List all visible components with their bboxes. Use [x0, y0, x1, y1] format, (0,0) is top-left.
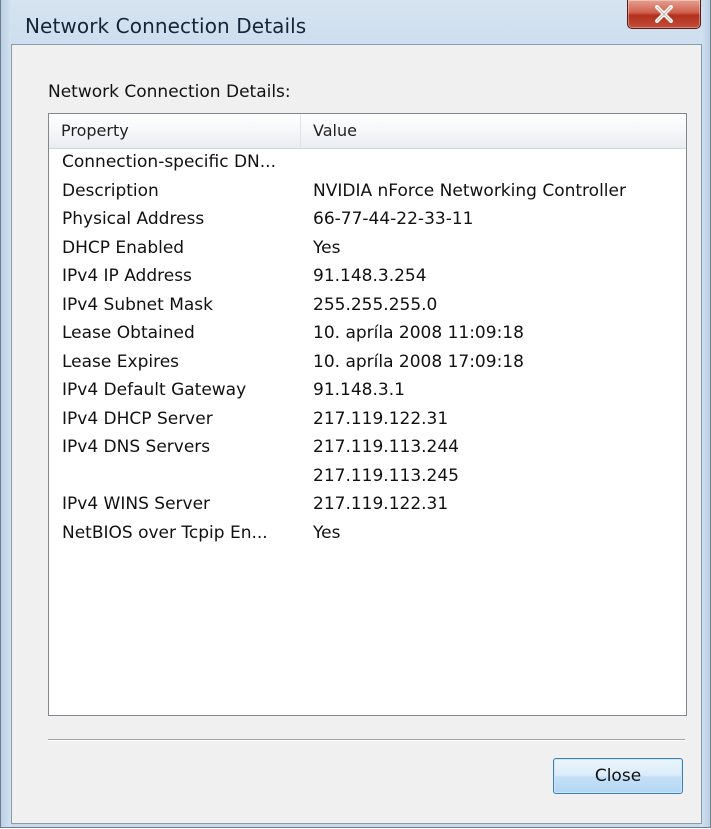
row-value: 255.255.255.0: [313, 294, 438, 315]
column-header-property[interactable]: Property: [49, 114, 301, 148]
list-row[interactable]: DHCP Enabled Yes: [49, 234, 686, 263]
list-row[interactable]: IPv4 DNS Servers 217.119.113.244: [49, 433, 686, 462]
column-header-value[interactable]: Value: [301, 114, 685, 148]
details-label: Network Connection Details:: [48, 82, 291, 102]
window-title: Network Connection Details: [25, 14, 307, 38]
list-row[interactable]: 217.119.113.245: [49, 462, 686, 491]
row-property: IPv4 Default Gateway: [62, 380, 247, 400]
list-row[interactable]: IPv4 Default Gateway 91.148.3.1: [49, 376, 686, 405]
separator-line: [48, 739, 685, 741]
list-row[interactable]: Physical Address 66-77-44-22-33-11: [49, 205, 686, 234]
row-property: IPv4 DNS Servers: [62, 437, 211, 457]
dialog-client-area: Network Connection Details: Property Val…: [11, 44, 702, 824]
dialog-window: Network Connection Details Network Conne…: [0, 0, 711, 828]
list-header: Property Value: [49, 114, 686, 149]
row-property: Description: [62, 180, 159, 201]
row-property: Physical Address: [62, 209, 205, 229]
row-property: DHCP Enabled: [62, 237, 185, 258]
list-row[interactable]: NetBIOS over Tcpip En... Yes: [49, 519, 686, 548]
close-x-icon: [655, 5, 673, 23]
list-row[interactable]: Lease Obtained 10. apríla 2008 11:09:18: [49, 319, 686, 348]
title-close-button[interactable]: [627, 0, 701, 29]
close-button[interactable]: Close: [553, 758, 683, 794]
row-property: IPv4 WINS Server: [62, 494, 211, 514]
row-value: Yes: [313, 522, 341, 543]
row-value: Yes: [313, 237, 341, 258]
list-row[interactable]: IPv4 IP Address 91.148.3.254: [49, 262, 686, 291]
row-value: NVIDIA nForce Networking Controller: [313, 180, 626, 201]
row-property: NetBIOS over Tcpip En...: [62, 522, 268, 543]
title-bar[interactable]: Network Connection Details: [1, 0, 710, 44]
details-list[interactable]: Property Value Connection-specific DN...…: [48, 113, 687, 716]
row-value: 217.119.113.245: [313, 465, 460, 486]
row-property: Connection-specific DN...: [62, 152, 276, 172]
list-row[interactable]: Connection-specific DN...: [49, 148, 686, 177]
list-row[interactable]: Lease Expires 10. apríla 2008 17:09:18: [49, 348, 686, 377]
row-value: 10. apríla 2008 17:09:18: [313, 351, 524, 372]
row-property: Lease Expires: [62, 351, 180, 372]
row-property: Lease Obtained: [62, 323, 195, 343]
row-value: 217.119.122.31: [313, 494, 449, 514]
list-row[interactable]: IPv4 WINS Server 217.119.122.31: [49, 490, 686, 519]
row-property: IPv4 IP Address: [62, 266, 192, 286]
list-row[interactable]: IPv4 Subnet Mask 255.255.255.0: [49, 291, 686, 320]
list-row[interactable]: Description NVIDIA nForce Networking Cont…: [49, 177, 686, 206]
row-property: IPv4 DHCP Server: [62, 408, 213, 429]
row-value: 217.119.113.244: [313, 437, 460, 457]
row-value: 91.148.3.1: [313, 380, 405, 400]
row-property: IPv4 Subnet Mask: [62, 294, 213, 315]
row-value: 217.119.122.31: [313, 408, 449, 429]
list-row[interactable]: IPv4 DHCP Server 217.119.122.31: [49, 405, 686, 434]
row-value: 91.148.3.254: [313, 266, 427, 286]
row-value: 10. apríla 2008 11:09:18: [313, 323, 524, 343]
list-rows: Connection-specific DN... Description NVID…: [49, 148, 686, 547]
row-value: 66-77-44-22-33-11: [313, 209, 474, 229]
